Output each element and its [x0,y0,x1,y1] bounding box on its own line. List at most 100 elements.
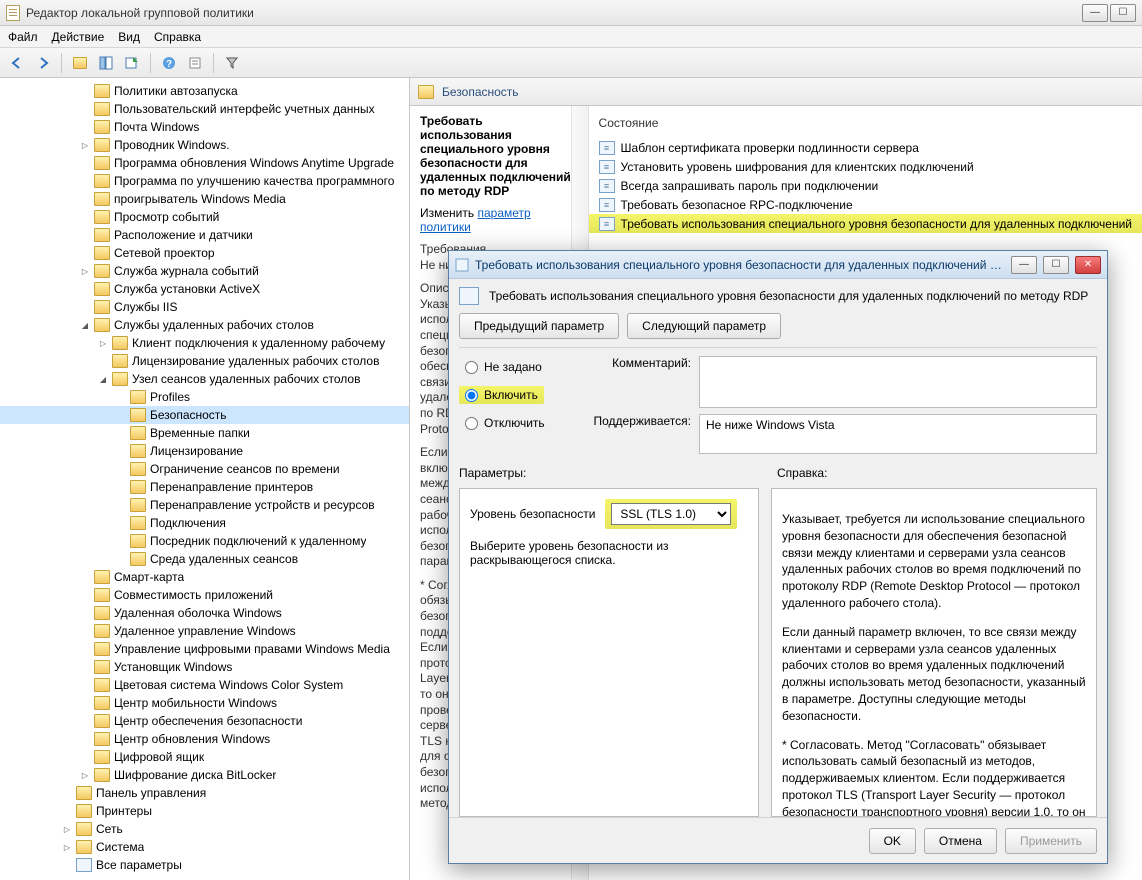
export-button[interactable] [121,52,143,74]
apply-button[interactable]: Применить [1005,828,1097,854]
properties-button[interactable] [184,52,206,74]
tree-item[interactable]: ▷Служба журнала событий [0,262,409,280]
tree-item[interactable]: Почта Windows [0,118,409,136]
tree-item[interactable]: Лицензирование удаленных рабочих столов [0,352,409,370]
tree-item[interactable]: Сетевой проектор [0,244,409,262]
tree-item[interactable]: Безопасность [0,406,409,424]
up-level-button[interactable] [69,52,91,74]
tree-item[interactable]: ▷Сеть [0,820,409,838]
tree-item-label: Безопасность [150,408,227,422]
tree-item[interactable]: Удаленная оболочка Windows [0,604,409,622]
expand-arrow-icon[interactable]: ◢ [80,320,90,330]
ok-button[interactable]: OK [869,828,916,854]
folder-icon [130,462,146,476]
previous-setting-button[interactable]: Предыдущий параметр [459,313,619,339]
tree-item[interactable]: Управление цифровыми правами Windows Med… [0,640,409,658]
tree-item[interactable]: Ограничение сеансов по времени [0,460,409,478]
tree-item[interactable]: Установщик Windows [0,658,409,676]
tree-item[interactable]: Расположение и датчики [0,226,409,244]
tree-item[interactable]: Принтеры [0,802,409,820]
tree-item-label: Profiles [150,390,190,404]
tree-item[interactable]: Profiles [0,388,409,406]
setting-item[interactable]: Всегда запрашивать пароль при подключени… [589,176,1142,195]
tree-item[interactable]: ▷Клиент подключения к удаленному рабочем… [0,334,409,352]
dialog-minimize-button[interactable]: — [1011,256,1037,274]
folder-icon [76,840,92,854]
radio-enabled[interactable]: Включить [459,386,544,404]
security-level-select[interactable]: SSL (TLS 1.0) [611,503,731,525]
filter-button[interactable] [221,52,243,74]
setting-item[interactable]: Требовать безопасное RPC-подключение [589,195,1142,214]
tree-item[interactable]: Перенаправление устройств и ресурсов [0,496,409,514]
dialog-titlebar[interactable]: Требовать использования специального уро… [449,251,1107,279]
tree-item[interactable]: Политики автозапуска [0,82,409,100]
tree-item[interactable]: ◢Узел сеансов удаленных рабочих столов [0,370,409,388]
menu-file[interactable]: Файл [8,30,38,44]
menu-help[interactable]: Справка [154,30,201,44]
tree-item[interactable]: ◢Службы удаленных рабочих столов [0,316,409,334]
expand-arrow-icon[interactable]: ▷ [62,824,72,834]
tree-item[interactable]: Служба установки ActiveX [0,280,409,298]
tree-item[interactable]: ▷Проводник Windows. [0,136,409,154]
expand-arrow-icon[interactable]: ▷ [80,266,90,276]
expand-arrow-icon[interactable]: ▷ [62,842,72,852]
dialog-maximize-button[interactable]: ☐ [1043,256,1069,274]
tree-item[interactable]: Временные папки [0,424,409,442]
tree-item[interactable]: Центр мобильности Windows [0,694,409,712]
expand-arrow-icon [116,518,126,528]
show-hide-tree-button[interactable] [95,52,117,74]
tree-item[interactable]: Среда удаленных сеансов [0,550,409,568]
tree-item[interactable]: Удаленное управление Windows [0,622,409,640]
tree-item[interactable]: Подключения [0,514,409,532]
tree-item-label: Цветовая система Windows Color System [114,678,343,692]
tree-item[interactable]: Центр обновления Windows [0,730,409,748]
cancel-button[interactable]: Отмена [924,828,997,854]
tree-item[interactable]: Центр обеспечения безопасности [0,712,409,730]
policy-item-icon [599,198,615,212]
tree-item[interactable]: Цветовая система Windows Color System [0,676,409,694]
setting-item[interactable]: Установить уровень шифрования для клиент… [589,157,1142,176]
minimize-button[interactable]: — [1082,4,1108,22]
expand-arrow-icon[interactable]: ▷ [80,140,90,150]
setting-item[interactable]: Требовать использования специального уро… [589,214,1142,233]
expand-arrow-icon[interactable]: ◢ [98,374,108,384]
tree-item-label: Программа обновления Windows Anytime Upg… [114,156,394,170]
forward-button[interactable] [32,52,54,74]
tree-item[interactable]: Смарт-карта [0,568,409,586]
tree-item[interactable]: Перенаправление принтеров [0,478,409,496]
folder-icon [94,678,110,692]
tree-item[interactable]: ▷Шифрование диска BitLocker [0,766,409,784]
tree-item[interactable]: проигрыватель Windows Media [0,190,409,208]
tree-item[interactable]: Пользовательский интерфейс учетных данны… [0,100,409,118]
tree-item[interactable]: Лицензирование [0,442,409,460]
tree-item[interactable]: Совместимость приложений [0,586,409,604]
dialog-close-button[interactable]: ✕ [1075,256,1101,274]
tree-item[interactable]: ▷Система [0,838,409,856]
setting-item[interactable]: Шаблон сертификата проверки подлинности … [589,138,1142,157]
tree-item[interactable]: Все параметры [0,856,409,874]
expand-arrow-icon [80,122,90,132]
tree-item[interactable]: Посредник подключений к удаленному [0,532,409,550]
parameters-panel: Уровень безопасности SSL (TLS 1.0) Выбер… [459,488,759,817]
radio-disabled[interactable]: Отключить [465,416,569,430]
folder-icon [94,228,110,242]
tree-item[interactable]: Просмотр событий [0,208,409,226]
menu-view[interactable]: Вид [118,30,140,44]
tree-item[interactable]: Цифровой ящик [0,748,409,766]
tree-item[interactable]: Программа по улучшению качества программ… [0,172,409,190]
next-setting-button[interactable]: Следующий параметр [627,313,781,339]
radio-not-configured[interactable]: Не задано [465,360,569,374]
maximize-button[interactable]: ☐ [1110,4,1136,22]
expand-arrow-icon[interactable]: ▷ [98,338,108,348]
help-button[interactable]: ? [158,52,180,74]
back-button[interactable] [6,52,28,74]
expand-arrow-icon[interactable]: ▷ [80,770,90,780]
settings-column-header[interactable]: Состояние [589,112,1142,138]
tree-item[interactable]: Панель управления [0,784,409,802]
tree-item[interactable]: Службы IIS [0,298,409,316]
menu-action[interactable]: Действие [52,30,105,44]
tree-item[interactable]: Программа обновления Windows Anytime Upg… [0,154,409,172]
comment-textarea[interactable] [699,356,1097,408]
tree-item-label: Ограничение сеансов по времени [150,462,340,476]
policy-tree[interactable]: Политики автозапускаПользовательский инт… [0,78,410,880]
